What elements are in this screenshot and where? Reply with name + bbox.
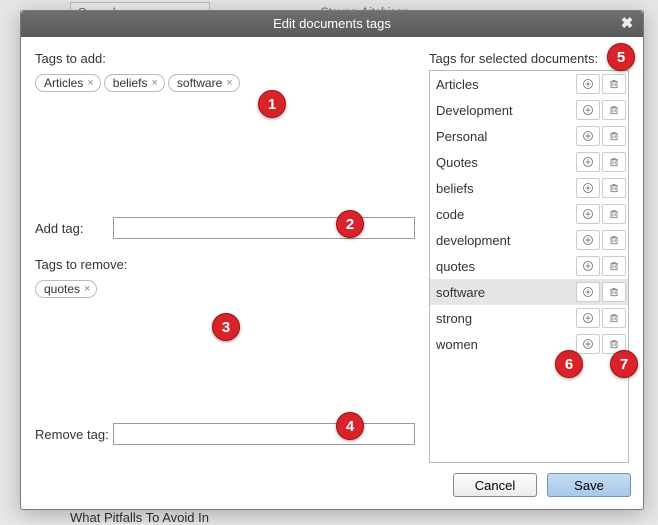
delete-tag-icon[interactable] (602, 74, 626, 94)
tag-row[interactable]: beliefs (430, 175, 628, 201)
tag-row-label: women (430, 337, 576, 352)
remove-tag-label: Remove tag: (35, 427, 113, 442)
add-tag-icon[interactable] (576, 230, 600, 250)
add-tag-icon[interactable] (576, 126, 600, 146)
tag-row[interactable]: development (430, 227, 628, 253)
remove-chip-icon[interactable]: × (87, 77, 93, 89)
tag-row-label: Quotes (430, 155, 576, 170)
dialog-footer: Cancel Save (21, 467, 643, 509)
add-tag-icon[interactable] (576, 152, 600, 172)
tag-row-label: beliefs (430, 181, 576, 196)
tag-chip: Articles × (35, 74, 101, 92)
dialog-body: Tags to add: Articles×beliefs×software× … (21, 37, 643, 509)
tag-chip: beliefs× (104, 74, 165, 92)
tag-chip: software × (168, 74, 240, 92)
dialog-title: Edit documents tags (273, 16, 391, 31)
add-tag-input[interactable] (113, 217, 415, 239)
tag-row-label: quotes (430, 259, 576, 274)
tag-row[interactable]: women (430, 331, 628, 357)
tags-to-add-label: Tags to add: (35, 51, 415, 66)
delete-tag-icon[interactable] (602, 152, 626, 172)
delete-tag-icon[interactable] (602, 100, 626, 120)
tag-row[interactable]: Quotes (430, 149, 628, 175)
add-tag-icon[interactable] (576, 100, 600, 120)
annotation-callout: 5 (607, 43, 635, 71)
tag-chip-label: software (177, 76, 222, 90)
tags-to-add-chips: Articles×beliefs×software× (35, 72, 415, 94)
delete-tag-icon[interactable] (602, 256, 626, 276)
left-column: Tags to add: Articles×beliefs×software× … (35, 51, 429, 463)
add-tag-label: Add tag: (35, 221, 113, 236)
save-button[interactable]: Save (547, 473, 631, 497)
close-icon[interactable]: ✖ (617, 11, 637, 37)
tag-row-label: strong (430, 311, 576, 326)
tag-row-label: code (430, 207, 576, 222)
tag-row[interactable]: code (430, 201, 628, 227)
tag-list: Articles Development Personal Quotes beliefs… (429, 70, 629, 463)
delete-tag-icon[interactable] (602, 178, 626, 198)
tag-row[interactable]: Articles (430, 71, 628, 97)
tag-row[interactable]: software (430, 279, 628, 305)
tag-row-label: Development (430, 103, 576, 118)
add-tag-icon[interactable] (576, 74, 600, 94)
tag-row-label: development (430, 233, 576, 248)
tag-row[interactable]: Personal (430, 123, 628, 149)
right-column: Tags for selected documents: Articles Dev… (429, 51, 629, 463)
remove-chip-icon[interactable]: × (226, 77, 232, 89)
delete-tag-icon[interactable] (602, 126, 626, 146)
tag-chip-label: Articles (44, 76, 83, 90)
tags-for-selected-label: Tags for selected documents: (429, 51, 629, 66)
dialog-titlebar: Edit documents tags ✖ (21, 11, 643, 37)
tag-chip-label: quotes (44, 282, 80, 296)
edit-tags-dialog: Edit documents tags ✖ Tags to add: Artic… (20, 10, 644, 510)
delete-tag-icon[interactable] (602, 282, 626, 302)
tag-row[interactable]: Development (430, 97, 628, 123)
annotation-callout: 2 (336, 210, 364, 238)
tag-chip-label: beliefs (113, 76, 148, 90)
delete-tag-icon[interactable] (602, 204, 626, 224)
add-tag-icon[interactable] (576, 256, 600, 276)
remove-tag-input[interactable] (113, 423, 415, 445)
tag-row-label: Personal (430, 129, 576, 144)
tag-row-label: Articles (430, 77, 576, 92)
add-tag-icon[interactable] (576, 308, 600, 328)
delete-tag-icon[interactable] (602, 308, 626, 328)
cancel-button[interactable]: Cancel (453, 473, 537, 497)
delete-tag-icon[interactable] (602, 230, 626, 250)
annotation-callout: 7 (610, 350, 638, 378)
tag-row[interactable]: strong (430, 305, 628, 331)
tags-to-remove-label: Tags to remove: (35, 257, 415, 272)
annotation-callout: 4 (336, 412, 364, 440)
tags-to-remove-chips: quotes × (35, 278, 415, 300)
add-tag-icon[interactable] (576, 178, 600, 198)
add-tag-icon[interactable] (576, 334, 600, 354)
tag-row-label: software (430, 285, 576, 300)
tag-chip: quotes × (35, 280, 97, 298)
remove-chip-icon[interactable]: × (84, 283, 90, 295)
annotation-callout: 1 (258, 90, 286, 118)
annotation-callout: 6 (555, 350, 583, 378)
annotation-callout: 3 (212, 313, 240, 341)
remove-chip-icon[interactable]: × (151, 77, 157, 89)
add-tag-icon[interactable] (576, 204, 600, 224)
tag-row[interactable]: quotes (430, 253, 628, 279)
add-tag-icon[interactable] (576, 282, 600, 302)
